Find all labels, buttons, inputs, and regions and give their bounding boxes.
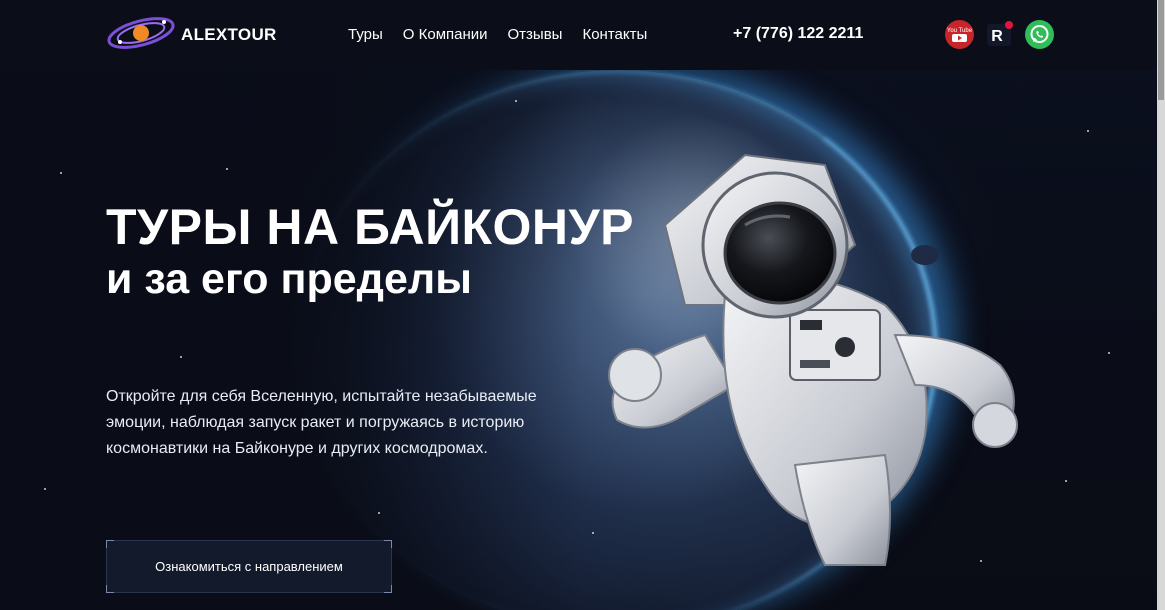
hero-subtitle: и за его пределы bbox=[106, 255, 472, 303]
hero-description: Откройте для себя Вселенную, испытайте н… bbox=[106, 388, 537, 457]
youtube-icon: You Tube bbox=[947, 28, 973, 42]
cta-label: Ознакомиться с направлением bbox=[155, 559, 343, 574]
button-corner bbox=[106, 540, 114, 548]
star bbox=[60, 172, 62, 174]
rutube-icon: R bbox=[987, 21, 1013, 46]
main-nav: Туры О Компании Отзывы Контакты bbox=[348, 26, 647, 43]
star bbox=[378, 512, 380, 514]
explore-destination-button[interactable]: Ознакомиться с направлением bbox=[106, 540, 392, 593]
star bbox=[226, 168, 228, 170]
star bbox=[592, 532, 594, 534]
youtube-link[interactable]: You Tube bbox=[945, 20, 974, 49]
hero-title: ТУРЫ НА БАЙКОНУР bbox=[106, 199, 634, 255]
landing-page: ALEXTOUR Туры О Компании Отзывы Контакты… bbox=[0, 0, 1165, 610]
nav-item-tours[interactable]: Туры bbox=[348, 26, 383, 43]
site-header: ALEXTOUR Туры О Компании Отзывы Контакты… bbox=[0, 0, 1157, 70]
whatsapp-link[interactable] bbox=[1025, 20, 1054, 49]
nav-item-reviews[interactable]: Отзывы bbox=[508, 26, 563, 43]
whatsapp-icon bbox=[1030, 25, 1049, 43]
svg-text:You Tube: You Tube bbox=[947, 28, 973, 34]
rutube-link[interactable]: R bbox=[985, 20, 1014, 49]
button-corner bbox=[384, 585, 392, 593]
astronaut-image bbox=[608, 153, 1018, 566]
star bbox=[515, 100, 517, 102]
star bbox=[1065, 480, 1067, 482]
svg-text:R: R bbox=[991, 28, 1003, 45]
star bbox=[180, 356, 182, 358]
nav-item-about[interactable]: О Компании bbox=[403, 26, 488, 43]
star bbox=[44, 488, 46, 490]
star bbox=[1087, 130, 1089, 132]
button-corner bbox=[106, 585, 114, 593]
star bbox=[1108, 352, 1110, 354]
brand-name[interactable]: ALEXTOUR bbox=[181, 25, 277, 45]
galaxy-logo-icon[interactable] bbox=[106, 12, 176, 54]
button-corner bbox=[384, 540, 392, 548]
phone-number[interactable]: +7 (776) 122 2211 bbox=[733, 25, 863, 43]
scrollbar[interactable] bbox=[1157, 0, 1165, 610]
nav-item-contacts[interactable]: Контакты bbox=[582, 26, 647, 43]
